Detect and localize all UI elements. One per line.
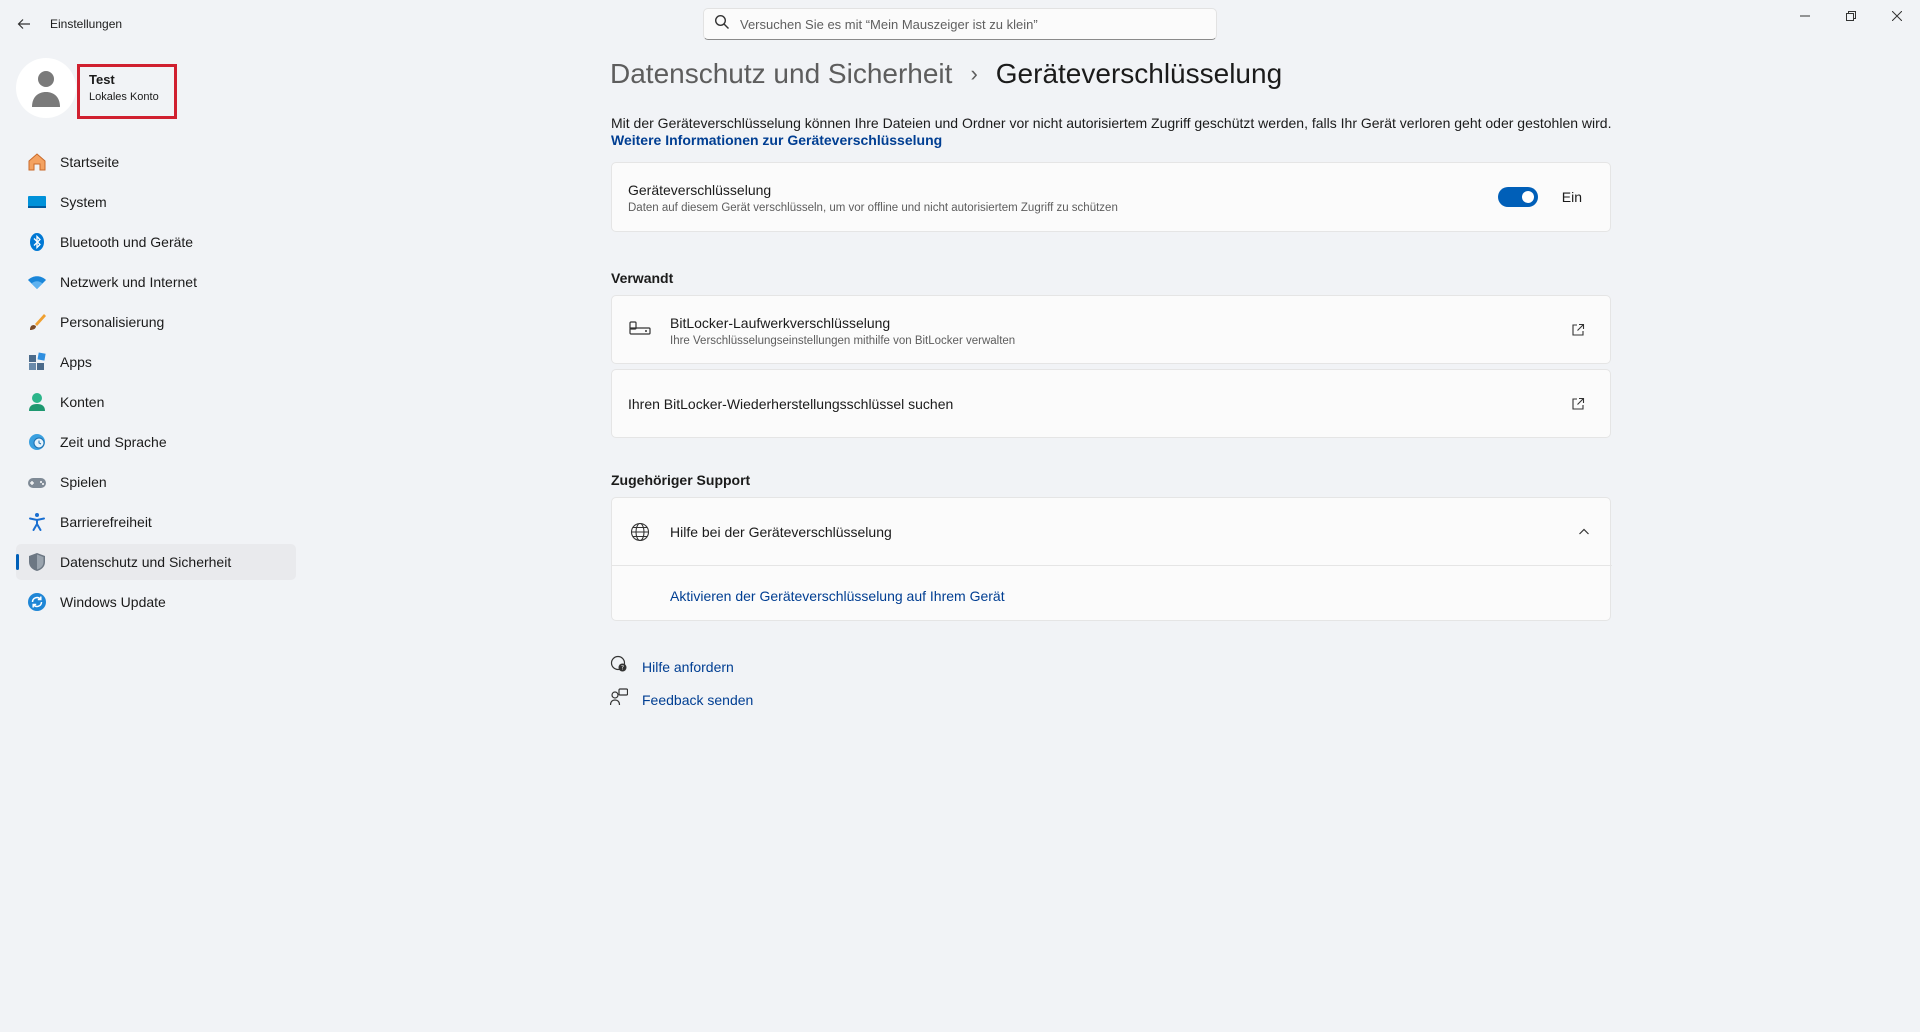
chevron-up-icon <box>1578 525 1590 543</box>
profile-account-type: Lokales Konto <box>89 91 159 103</box>
shield-icon <box>26 551 48 573</box>
back-button[interactable] <box>12 12 36 36</box>
help-chat-icon: ? <box>610 655 628 678</box>
support-help-title: Hilfe bei der Geräteverschlüsselung <box>670 524 892 540</box>
search-icon <box>714 14 730 35</box>
page-title: Geräteverschlüsselung <box>995 58 1283 89</box>
avatar <box>16 58 76 118</box>
learn-more-link[interactable]: Weitere Informationen zur Geräteverschlü… <box>611 132 942 148</box>
minimize-button[interactable] <box>1782 0 1828 32</box>
close-button[interactable] <box>1874 0 1920 32</box>
windows-update-icon <box>26 591 48 613</box>
back-arrow-icon <box>17 19 30 29</box>
intro-text: Mit der Geräteverschlüsselung können Ihr… <box>611 115 1612 131</box>
close-icon <box>1892 11 1902 21</box>
get-help-link[interactable]: ? Hilfe anfordern <box>610 655 734 678</box>
sidebar-item-zeit-sprache[interactable]: Zeit und Sprache <box>16 424 296 460</box>
related-heading: Verwandt <box>611 270 674 286</box>
sidebar-item-bluetooth[interactable]: Bluetooth und Geräte <box>16 224 296 260</box>
encryption-description: Daten auf diesem Gerät verschlüsseln, um… <box>628 202 1118 214</box>
profile-name: Test <box>89 72 115 87</box>
encryption-title: Geräteverschlüsselung <box>628 182 772 198</box>
restore-icon <box>1846 11 1856 21</box>
time-language-icon <box>26 431 48 453</box>
sidebar-item-apps[interactable]: Apps <box>16 344 296 380</box>
encryption-setting-card: Geräteverschlüsselung Daten auf diesem G… <box>611 162 1611 232</box>
sidebar-item-personalisierung[interactable]: Personalisierung <box>16 304 296 340</box>
breadcrumb: Datenschutz und Sicherheit › Geräteversc… <box>610 58 1282 90</box>
sidebar-item-datenschutz[interactable]: Datenschutz und Sicherheit <box>16 544 296 580</box>
minimize-icon <box>1800 15 1810 17</box>
svg-text:?: ? <box>621 665 624 672</box>
bluetooth-icon <box>26 231 48 253</box>
user-profile[interactable]: Test Lokales Konto <box>16 56 186 122</box>
recovery-key-card[interactable]: Ihren BitLocker-Wiederherstellungsschlüs… <box>611 369 1611 438</box>
person-icon <box>32 71 60 107</box>
chevron-right-icon: › <box>970 61 978 86</box>
sidebar-item-netzwerk[interactable]: Netzwerk und Internet <box>16 264 296 300</box>
sidebar-item-spielen[interactable]: Spielen <box>16 464 296 500</box>
breadcrumb-parent[interactable]: Datenschutz und Sicherheit <box>610 58 952 90</box>
globe-icon <box>628 520 652 544</box>
system-icon <box>26 191 48 213</box>
home-icon <box>26 151 48 173</box>
feedback-icon <box>609 688 629 711</box>
gaming-icon <box>26 471 48 493</box>
accounts-icon <box>26 391 48 413</box>
sidebar-item-system[interactable]: System <box>16 184 296 220</box>
search-box[interactable] <box>703 8 1217 40</box>
app-title: Einstellungen <box>50 17 123 31</box>
wifi-icon <box>26 271 48 293</box>
support-expander: Hilfe bei der Geräteverschlüsselung Akti… <box>611 497 1612 621</box>
activate-encryption-link[interactable]: Aktivieren der Geräteverschlüsselung auf… <box>670 588 1005 604</box>
external-link-icon <box>1570 322 1586 338</box>
sidebar-item-barrierefreiheit[interactable]: Barrierefreiheit <box>16 504 296 540</box>
search-input[interactable] <box>740 16 1200 32</box>
apps-icon <box>26 351 48 373</box>
bitlocker-card[interactable]: BitLocker-Laufwerkverschlüsselung Ihre V… <box>611 295 1611 364</box>
support-expander-header[interactable]: Hilfe bei der Geräteverschlüsselung <box>612 498 1612 566</box>
brush-icon <box>26 311 48 333</box>
accessibility-icon <box>26 511 48 533</box>
support-heading: Zugehöriger Support <box>611 472 751 488</box>
sidebar-item-startseite[interactable]: Startseite <box>16 144 296 180</box>
bitlocker-title: BitLocker-Laufwerkverschlüsselung <box>670 315 891 331</box>
key-drive-icon <box>628 317 652 341</box>
send-feedback-link[interactable]: Feedback senden <box>609 688 753 711</box>
title-bar: Einstellungen <box>0 0 1920 46</box>
sidebar-item-windows-update[interactable]: Windows Update <box>16 584 296 620</box>
active-indicator <box>16 554 19 570</box>
restore-button[interactable] <box>1828 0 1874 32</box>
toggle-state-label: Ein <box>1561 189 1582 205</box>
encryption-toggle[interactable] <box>1498 187 1538 207</box>
recovery-key-title: Ihren BitLocker-Wiederherstellungsschlüs… <box>628 396 954 412</box>
external-link-icon <box>1570 396 1586 412</box>
profile-info-highlight: Test Lokales Konto <box>77 64 177 119</box>
toggle-knob <box>1522 191 1534 203</box>
bitlocker-description: Ihre Verschlüsselungseinstellungen mithi… <box>670 335 1016 347</box>
sidebar-item-konten[interactable]: Konten <box>16 384 296 420</box>
